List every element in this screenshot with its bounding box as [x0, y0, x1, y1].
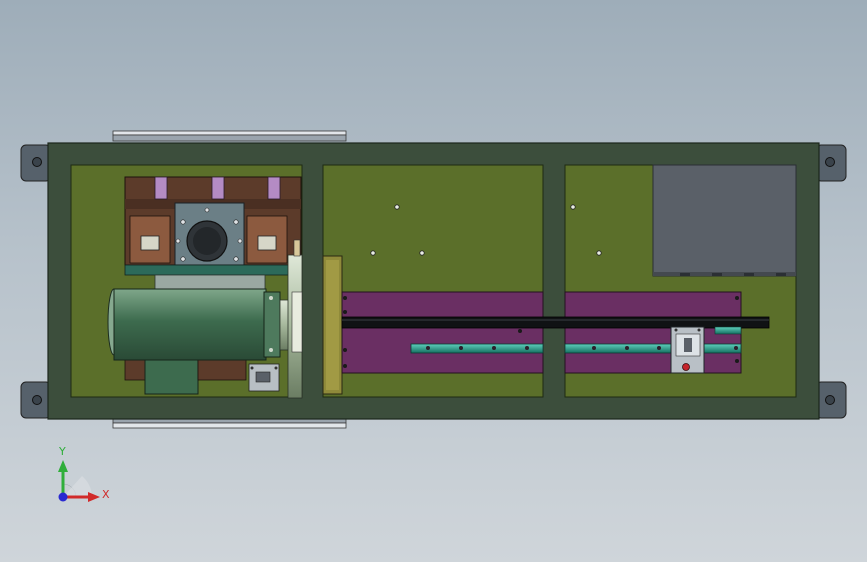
model-viewport[interactable]: Y X [0, 0, 867, 562]
mounting-foot-bottom-right[interactable] [815, 381, 847, 419]
top-slide-rail [112, 130, 347, 142]
ball-screw[interactable] [341, 316, 770, 329]
motor-mount-plate [124, 264, 293, 276]
carriage-slider[interactable] [670, 326, 705, 374]
linear-base-plate-middle[interactable] [341, 291, 544, 374]
coupling-plate [154, 274, 266, 290]
control-box[interactable] [652, 164, 797, 277]
z-axis-dot [58, 492, 68, 502]
x-axis-label: X [102, 488, 110, 501]
limit-sensor[interactable] [248, 363, 280, 392]
mounting-foot-top-right[interactable] [815, 144, 847, 182]
y-axis-label: Y [58, 445, 66, 458]
linear-base-plate-right[interactable] [564, 291, 742, 374]
gearbox-housing[interactable] [174, 202, 245, 266]
mounting-foot-top-left[interactable] [20, 144, 52, 182]
coordinate-triad: Y X [58, 445, 110, 502]
shaft-coupling[interactable] [287, 239, 303, 399]
mounting-foot-bottom-left[interactable] [20, 381, 52, 419]
end-plate[interactable] [322, 255, 343, 395]
